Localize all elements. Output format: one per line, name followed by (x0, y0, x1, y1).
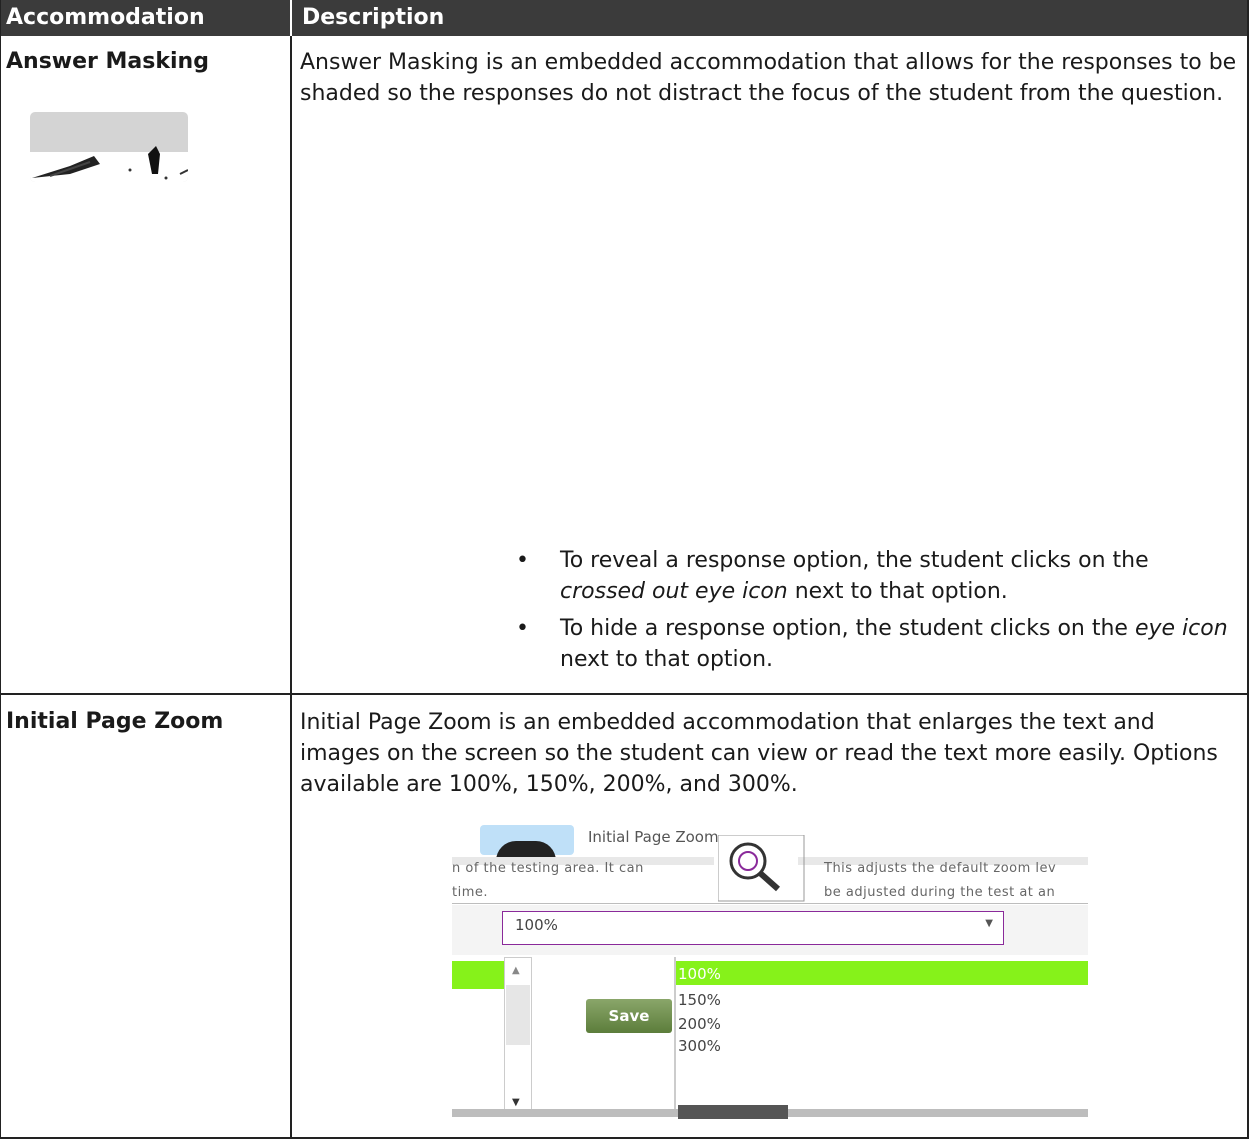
zoom-left-text-2: time. (452, 885, 489, 900)
zoom-select[interactable]: 100% ▼ (502, 911, 1004, 945)
scroll-up-icon[interactable]: ▲ (512, 965, 520, 976)
column-divider (290, 36, 292, 1139)
zoom-settings-screenshot: Initial Page Zoom n of the testing area.… (452, 825, 1088, 1122)
magnifier-icon (718, 835, 805, 902)
initial-page-zoom-description: Initial Page Zoom is an embedded accommo… (300, 710, 1218, 797)
row-divider (0, 693, 1249, 695)
bullet-hide: • To hide a response option, the student… (516, 616, 1228, 672)
answer-masking-thumbnail (30, 112, 188, 182)
zoom-option-100[interactable]: 100% (678, 965, 721, 983)
masked-eye-icon (32, 146, 188, 180)
zoom-panel-title: Initial Page Zoom (588, 828, 719, 846)
chevron-down-icon: ▼ (985, 918, 993, 929)
zoom-select-value: 100% (515, 916, 558, 934)
answer-masking-bullets: • To reveal a response option, the stude… (516, 545, 1240, 681)
row-label-initial-page-zoom: Initial Page Zoom (6, 709, 224, 734)
accommodations-table: Accommodation Description Answer Masking… (0, 0, 1249, 1139)
scroll-thumb[interactable] (506, 985, 530, 1045)
row-label-answer-masking: Answer Masking (6, 49, 209, 74)
option-highlight (676, 961, 1088, 985)
answer-masking-description: Answer Masking is an embedded accommodat… (300, 50, 1237, 106)
zoom-option-300[interactable]: 300% (678, 1037, 721, 1055)
table-border-left (0, 0, 1, 1139)
header-accommodation: Accommodation (0, 0, 292, 36)
zoom-right-text-2: be adjusted during the test at an (824, 885, 1056, 900)
scroll-down-icon[interactable]: ▼ (512, 1097, 520, 1108)
bullet-reveal: • To reveal a response option, the stude… (516, 548, 1149, 604)
zoom-option-200[interactable]: 200% (678, 1015, 721, 1033)
save-button[interactable]: Save (586, 999, 672, 1033)
header-description: Description (292, 0, 1249, 36)
zoom-right-text-1: This adjusts the default zoom lev (824, 861, 1057, 876)
zoom-left-text-1: n of the testing area. It can (452, 861, 644, 876)
zoom-option-150[interactable]: 150% (678, 991, 721, 1009)
